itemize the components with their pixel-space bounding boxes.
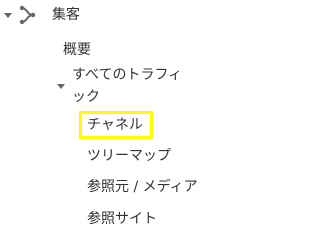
section-title-acquisition[interactable]: 集客 <box>52 6 80 24</box>
nav-item-all-traffic[interactable]: すべてのトラフィ ック <box>72 66 242 106</box>
analytics-sidebar: 集客 概要 すべてのトラフィ ック チャネル ツリーマップ 参照元 / メディア… <box>0 0 256 235</box>
all-traffic-label-line2: ック <box>72 89 100 105</box>
nav-item-overview[interactable]: 概要 <box>63 41 91 59</box>
acquisition-branch-icon <box>18 5 38 25</box>
nav-item-referrals[interactable]: 参照サイト <box>87 210 157 228</box>
expand-caret-icon[interactable] <box>57 84 65 89</box>
nav-item-treemap[interactable]: ツリーマップ <box>87 147 171 165</box>
nav-item-source-medium[interactable]: 参照元 / メディア <box>87 178 198 196</box>
collapse-caret-icon[interactable] <box>4 13 12 18</box>
nav-item-channel[interactable]: チャネル <box>87 116 143 134</box>
all-traffic-label-line1: すべてのトラフィ <box>72 67 183 83</box>
